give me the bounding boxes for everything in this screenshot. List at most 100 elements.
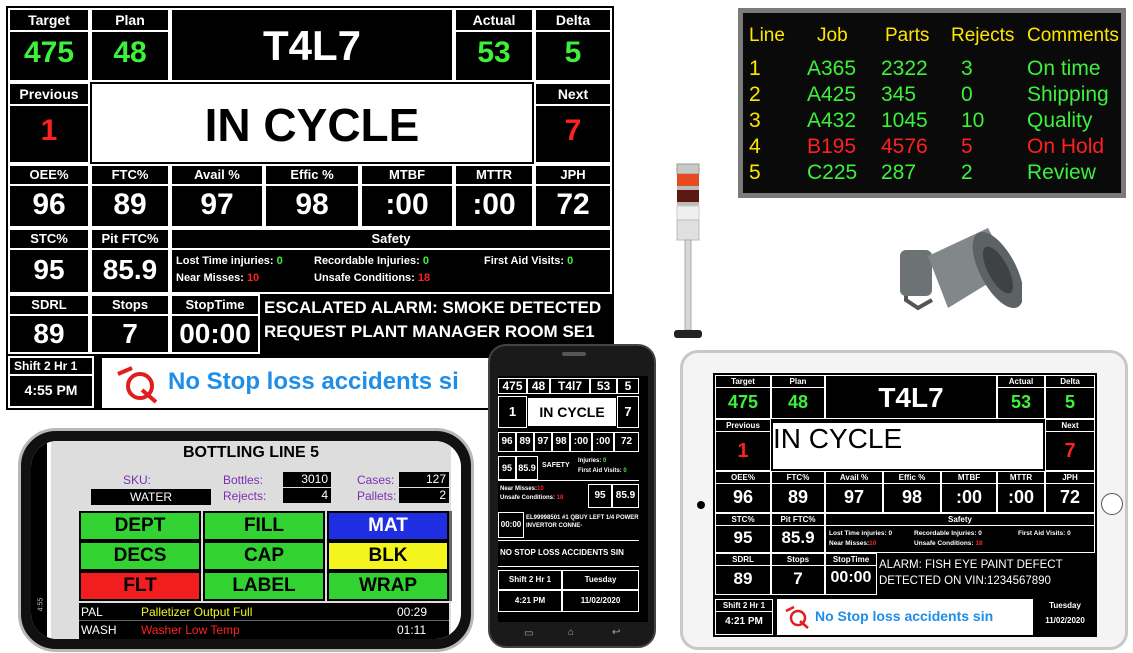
t-metric-value: 98 (901, 487, 923, 507)
phone-line-code: T4l7 (550, 378, 590, 394)
row-parts: 287 (881, 161, 917, 184)
divider (498, 480, 639, 481)
phone-pit2: 85.9 (612, 484, 639, 508)
phone-metric: 97 (534, 432, 552, 452)
t-safety: Safety Lost Time injuries: 0 Recordable … (825, 513, 1095, 553)
target-cell: Target 475 (8, 8, 90, 82)
t-stops: Stops 7 (771, 553, 825, 595)
t-pitftc-value: 85.9 (781, 528, 815, 547)
row-job: A365 (807, 57, 857, 80)
t-day: Tuesday (1049, 601, 1081, 610)
metric-value: :00 (385, 188, 429, 221)
next-label: Next (536, 84, 610, 106)
scrollbar[interactable] (449, 511, 452, 601)
blk-button[interactable]: BLK (327, 541, 449, 571)
home-icon[interactable]: ⌂ (568, 627, 574, 638)
t-metric-label: JPH (1046, 472, 1094, 484)
sku-label: SKU: (123, 473, 152, 487)
wrap-button[interactable]: WRAP (327, 571, 449, 601)
recordable: Recordable Injuries: 0 (314, 255, 429, 267)
mat-button[interactable]: MAT (327, 511, 449, 541)
t-metric-value: 72 (1059, 487, 1081, 507)
alarm-line-1: ESCALATED ALARM: SMOKE DETECTED (264, 298, 602, 317)
t-sdrl: SDRL 89 (715, 553, 771, 595)
phone-day: Tuesday (562, 570, 639, 590)
row-job: A425 (807, 83, 857, 106)
unsafe-value: 18 (417, 272, 431, 284)
t-brand-logo-icon (785, 605, 809, 629)
jobs-header: Line Job Parts Rejects Comments (743, 25, 1121, 51)
plan-label: Plan (92, 10, 168, 32)
sku-value: WATER (91, 489, 211, 505)
decs-button[interactable]: DECS (79, 541, 201, 571)
phone-unsafe-value: 18 (556, 495, 564, 501)
t-metric-mtbf: MTBF :00 (941, 471, 997, 513)
near-misses: Near Misses: 10 (176, 272, 259, 284)
phone-metric: 89 (516, 432, 534, 452)
col-rejects: Rejects (951, 25, 1015, 46)
landscape-phone: 4:55 BOTTLING LINE 5 SKU: WATER Bottles:… (18, 428, 474, 652)
dept-button[interactable]: DEPT (79, 511, 201, 541)
back-icon[interactable]: ↩ (612, 627, 620, 638)
t-metric-mttr: MTTR :00 (997, 471, 1045, 513)
recent-apps-icon[interactable]: ▭ (524, 628, 533, 639)
metric-value: 97 (200, 188, 234, 221)
tablet-home-button[interactable] (1101, 493, 1123, 515)
alarm-code: PAL (81, 605, 103, 619)
metric-avail: Avail % 97 (170, 164, 264, 228)
shift-time: 4:55 PM (24, 382, 78, 398)
alarm-list: PAL Palletizer Output Full 00:29 WASH Wa… (79, 603, 449, 639)
phone-delta: 5 (617, 378, 639, 394)
t-next-value: 7 (1064, 440, 1076, 462)
phone-metric: 72 (614, 432, 639, 452)
t-stoptime-label: StopTime (826, 554, 876, 566)
row-job: B195 (807, 135, 857, 158)
t-previous-label: Previous (716, 420, 770, 432)
metric-oee: OEE% 96 (8, 164, 90, 228)
phone-injuries-value: 0 (603, 458, 607, 464)
label-button[interactable]: LABEL (203, 571, 325, 601)
t-unsafe-value: 18 (975, 540, 983, 547)
t-delta-value: 5 (1064, 392, 1075, 412)
previous-cell: Previous 1 (8, 82, 90, 164)
pitftc-value: 85.9 (102, 254, 158, 285)
divider (498, 566, 639, 567)
alarm-row: PAL Palletizer Output Full 00:29 (79, 603, 449, 621)
phone-first-aid-value: 0 (623, 468, 627, 474)
alarm-text: Palletizer Output Full (141, 605, 253, 619)
flt-button[interactable]: FLT (79, 571, 201, 601)
row-line: 5 (749, 161, 761, 184)
row-line: 2 (749, 83, 761, 106)
t-actual: Actual 53 (997, 375, 1045, 419)
metric-ftc: FTC% 89 (90, 164, 170, 228)
plan-value: 48 (113, 36, 147, 69)
actual-cell: Actual 53 (454, 8, 534, 82)
lost-time-value: 0 (276, 255, 283, 267)
unsafe-conditions: Unsafe Conditions: 18 (314, 272, 430, 284)
stc-label: STC% (10, 230, 88, 250)
cap-button[interactable]: CAP (203, 541, 325, 571)
alarm-time: 01:11 (397, 623, 427, 637)
row-job: C225 (807, 161, 858, 184)
t-stops-value: 7 (793, 569, 803, 588)
unsafe-label: Unsafe Conditions: (314, 272, 415, 284)
near-misses-label: Near Misses: (176, 272, 244, 284)
t-metric-avail: Avail % 97 (825, 471, 883, 513)
stack-light-icon (674, 163, 702, 338)
row-comment: On time (1027, 57, 1101, 80)
phone-date: 11/02/2020 (562, 590, 639, 612)
row-line: 4 (749, 135, 761, 158)
metric-mttr: MTTR :00 (454, 164, 534, 228)
phone-stc: 95 (498, 456, 516, 480)
row-parts: 4576 (881, 135, 928, 158)
recordable-value: 0 (422, 255, 429, 267)
t-stoptime: StopTime 00:00 (825, 553, 877, 595)
bottles-label: Bottles: (223, 473, 264, 487)
row-line: 3 (749, 109, 761, 132)
t-target-label: Target (716, 376, 770, 388)
status-text: IN CYCLE (204, 99, 420, 151)
t-pitftc: Pit FTC% 85.9 (771, 513, 825, 553)
t-near-misses: Near Misses:10 (829, 540, 876, 547)
fill-button[interactable]: FILL (203, 511, 325, 541)
metric-label: FTC% (92, 166, 168, 186)
